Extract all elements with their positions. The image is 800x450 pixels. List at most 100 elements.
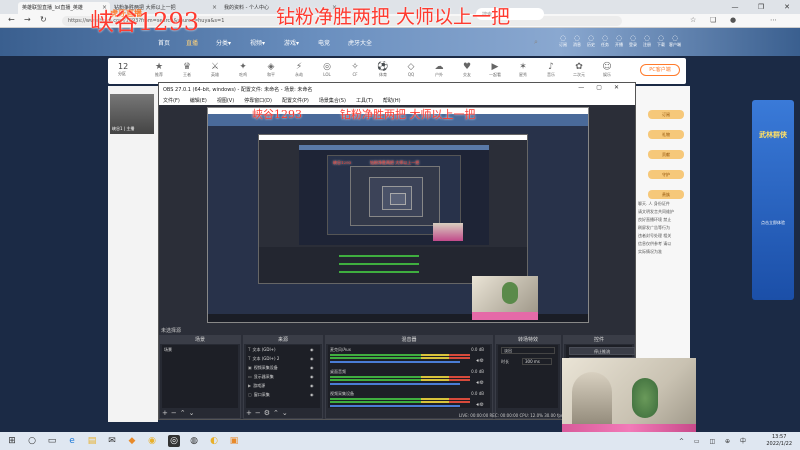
category-item-16[interactable]: ☺ 娱乐 — [596, 62, 618, 78]
right-pill-2[interactable]: 贡献 — [648, 150, 684, 159]
nav-directory[interactable]: 虎牙大全 — [348, 38, 372, 47]
source-item[interactable]: ▶ 游戏源 ◉ — [248, 383, 314, 389]
category-item-5[interactable]: ⚡ 永劫 — [288, 62, 310, 78]
app-icon-4[interactable]: ◐ — [208, 435, 220, 447]
category-item-15[interactable]: ✿ 二次元 — [568, 62, 590, 78]
header-icon-4[interactable]: ◌ 开播 — [612, 34, 626, 48]
header-icon-3[interactable]: ◌ 任务 — [598, 34, 612, 48]
category-item-13[interactable]: ✶ 星秀 — [512, 62, 534, 78]
header-icon-0[interactable]: ◌ 订阅 — [556, 34, 570, 48]
eye-icon[interactable]: ◉ — [310, 356, 314, 361]
volume-slider[interactable] — [330, 405, 460, 407]
obs-menu-item-4[interactable]: 配置文件(P) — [282, 98, 309, 104]
search-icon[interactable]: ○ — [26, 435, 38, 447]
nav-games[interactable]: 游戏▾ — [284, 38, 299, 47]
obs-window-controls[interactable]: —▢✕ — [578, 84, 631, 91]
header-icon-6[interactable]: ◌ 注册 — [640, 34, 654, 48]
mute-icon[interactable]: 🔊︎⚙ — [476, 358, 484, 364]
collections-icon[interactable]: ❏ — [710, 16, 716, 24]
header-icon-8[interactable]: ◌ 客户端 — [668, 34, 682, 48]
menu-icon[interactable]: ⋯ — [770, 16, 777, 24]
obs-menu-item-7[interactable]: 帮助(H) — [383, 98, 401, 104]
close-icon[interactable]: × — [212, 4, 217, 11]
category-item-10[interactable]: ☁ 户外 — [428, 62, 450, 78]
eye-icon[interactable]: ◉ — [310, 365, 314, 370]
right-pill-4[interactable]: 贵族 — [648, 190, 684, 199]
edge-icon[interactable]: e — [66, 435, 78, 447]
category-item-8[interactable]: ⚽ 体育 — [372, 62, 394, 78]
source-item[interactable]: T 文本 (GDI+) 2 ◉ — [248, 356, 314, 362]
search-icon[interactable]: ⌕ — [534, 38, 538, 47]
sources-toolbar[interactable]: +−⚙⌃⌄ — [246, 409, 291, 417]
category-item-12[interactable]: ▶ 一起看 — [484, 62, 506, 78]
category-item-4[interactable]: ◈ 和平 — [260, 62, 282, 78]
source-item[interactable]: ▭ 显示器采集 ◉ — [248, 374, 314, 380]
obs-preview[interactable] — [207, 107, 589, 323]
nav-live[interactable]: 直播 — [186, 38, 198, 47]
source-item[interactable]: T 文本 (GDI+) ◉ — [248, 347, 314, 353]
mute-icon[interactable]: 🔊︎⚙ — [476, 380, 484, 386]
nav-esports[interactable]: 电竞 — [318, 38, 330, 47]
system-tray[interactable]: ^ ▭ ◫ ⊕ 中 — [679, 436, 750, 445]
header-icon-5[interactable]: ◌ 登录 — [626, 34, 640, 48]
nav-category[interactable]: 分类▾ — [216, 38, 231, 47]
volume-slider[interactable] — [330, 361, 460, 363]
right-pill-1[interactable]: 礼物 — [648, 130, 684, 139]
category-item-11[interactable]: ♥ 交友 — [456, 62, 478, 78]
category-item-14[interactable]: ♪ 音乐 — [540, 62, 562, 78]
category-item-2[interactable]: ⚔ 英雄 — [204, 62, 226, 78]
profile-icon[interactable]: ● — [730, 16, 736, 24]
obs-menu-item-1[interactable]: 编辑(E) — [190, 98, 207, 104]
category-item-7[interactable]: ✧ CF — [344, 62, 366, 77]
sidebar-ad[interactable]: 武林群侠 点击立即体验 — [752, 100, 794, 300]
obs-menu-item-0[interactable]: 文件(F) — [163, 98, 180, 104]
app-icon-3[interactable]: ◍ — [188, 435, 200, 447]
task-view-icon[interactable]: ▭ — [46, 435, 58, 447]
category-item-6[interactable]: ◎ LOL — [316, 62, 338, 77]
header-icon-7[interactable]: ◌ 下载 — [654, 34, 668, 48]
obs-menu-item-3[interactable]: 停靠窗口(D) — [244, 98, 272, 104]
right-pill-3[interactable]: 守护 — [648, 170, 684, 179]
eye-icon[interactable]: ◉ — [310, 347, 314, 352]
mute-icon[interactable]: 🔊︎⚙ — [476, 402, 484, 408]
obs-taskbar-icon[interactable]: ◎ — [168, 435, 180, 447]
scene-item[interactable]: 场景 — [164, 347, 172, 353]
taskbar-clock[interactable]: 13:57 2022/1/22 — [766, 434, 792, 448]
eye-icon[interactable]: ◉ — [310, 392, 314, 397]
obs-menu-item-5[interactable]: 场景集合(S) — [319, 98, 346, 104]
source-item[interactable]: ▢ 窗口采集 ◉ — [248, 392, 314, 398]
eye-icon[interactable]: ◉ — [310, 383, 314, 388]
back-icon[interactable]: ← — [8, 15, 15, 24]
obs-menu-item-2[interactable]: 视图(V) — [217, 98, 234, 104]
nav-home[interactable]: 首页 — [158, 38, 170, 47]
control-button-0[interactable]: 停止推流 — [569, 347, 635, 355]
folder-icon[interactable]: ▤ — [86, 435, 98, 447]
pc-client-button[interactable]: PC客户端 — [640, 64, 680, 76]
minimize-button[interactable]: — — [722, 0, 748, 14]
app-icon-5[interactable]: ▣ — [228, 435, 240, 447]
category-item-9[interactable]: ◇ QQ — [400, 62, 422, 77]
volume-slider[interactable] — [330, 383, 460, 385]
category-item-1[interactable]: ♛ 王者 — [176, 62, 198, 78]
refresh-icon[interactable]: ↻ — [40, 15, 47, 24]
scenes-toolbar[interactable]: +−⌃⌄ — [162, 409, 197, 417]
maximize-button[interactable]: ❐ — [748, 0, 774, 14]
header-icon-1[interactable]: ◌ 消息 — [570, 34, 584, 48]
obs-menu-item-6[interactable]: 工具(T) — [356, 98, 373, 104]
forward-icon[interactable]: → — [24, 15, 31, 24]
star-icon[interactable]: ☆ — [690, 16, 696, 24]
transition-select[interactable]: 淡出 — [501, 347, 555, 354]
header-icon-2[interactable]: ◌ 历史 — [584, 34, 598, 48]
eye-icon[interactable]: ◉ — [310, 374, 314, 379]
category-item-3[interactable]: ✦ 吃鸡 — [232, 62, 254, 78]
close-button[interactable]: ✕ — [774, 0, 800, 14]
category-item-0[interactable]: ★ 推荐 — [148, 62, 170, 78]
right-pill-0[interactable]: 订阅 — [648, 110, 684, 119]
duration-input[interactable]: 300 ms — [522, 358, 552, 365]
app-icon-2[interactable]: ◉ — [146, 435, 158, 447]
windows-start-icon[interactable]: ⊞ — [6, 435, 18, 447]
mail-icon[interactable]: ✉ — [106, 435, 118, 447]
source-item[interactable]: ▣ 视频采集设备 ◉ — [248, 365, 314, 371]
nav-video[interactable]: 视频▾ — [250, 38, 265, 47]
app-icon[interactable]: ◆ — [126, 435, 138, 447]
